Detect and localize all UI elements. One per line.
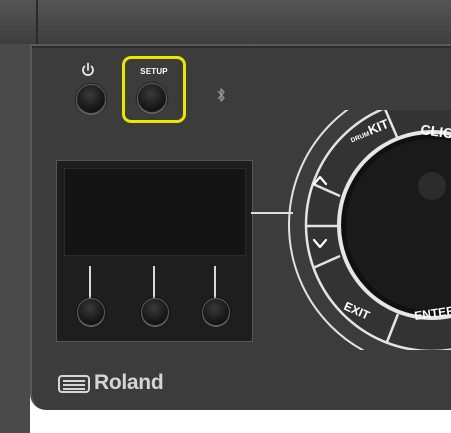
function-indicator-line bbox=[89, 266, 91, 300]
roland-logo-icon bbox=[58, 375, 90, 393]
bluetooth-icon bbox=[217, 88, 225, 102]
function-indicator-line bbox=[214, 266, 216, 300]
device-left-edge bbox=[0, 44, 30, 433]
power-button[interactable] bbox=[76, 84, 106, 114]
brand-logo: Roland bbox=[94, 371, 164, 394]
device-top-edge bbox=[0, 0, 451, 44]
function-indicator-line bbox=[153, 266, 155, 300]
function-button-3[interactable] bbox=[202, 298, 230, 326]
display-screen bbox=[64, 168, 246, 256]
value-dial-area: DRUM KIT CLICK EXIT ENTER bbox=[288, 110, 451, 350]
dial-grip-indent bbox=[418, 172, 446, 200]
function-button-2[interactable] bbox=[141, 298, 169, 326]
power-icon bbox=[82, 62, 94, 76]
setup-highlight-box bbox=[122, 56, 186, 123]
function-button-1[interactable] bbox=[77, 298, 105, 326]
